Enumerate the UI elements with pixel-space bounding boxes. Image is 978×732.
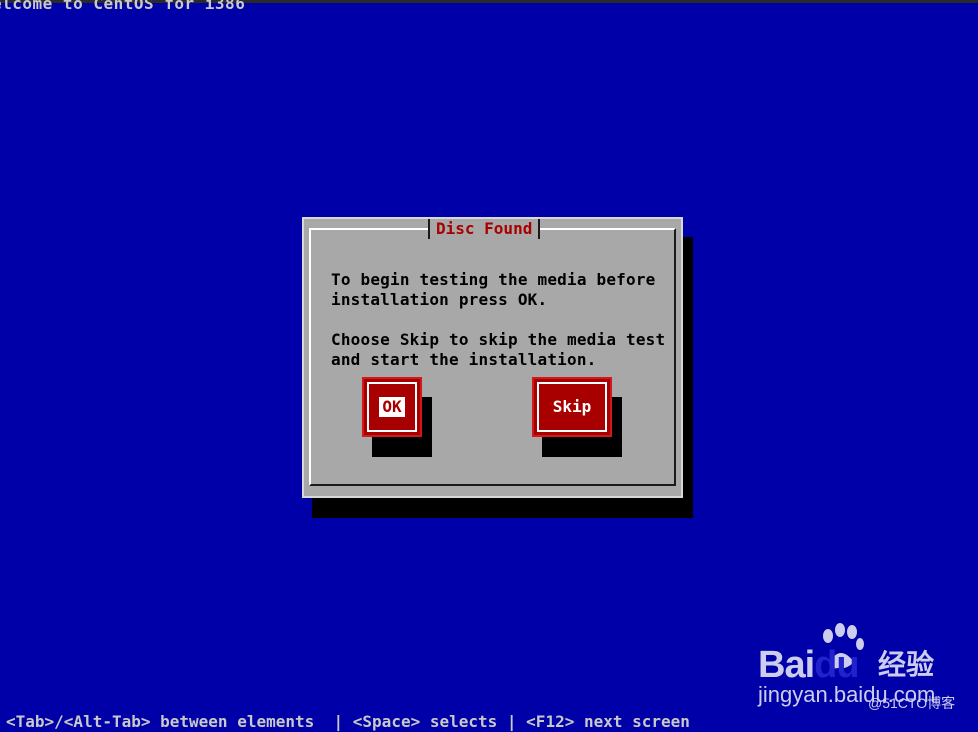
baidu-jingyan-watermark: Baidu 经验 jingyan.baidu.com @51CTO博客 (756, 622, 978, 724)
ok-button-frame: OK (367, 382, 417, 432)
ok-button-label: OK (379, 397, 405, 417)
skip-button-label: Skip (552, 397, 592, 416)
dialog-message-skip: Choose Skip to skip the media test and s… (331, 330, 666, 369)
dialog-message-ok: To begin testing the media before instal… (331, 270, 656, 309)
baidu-logo-text: Baidu (758, 644, 860, 686)
jingyan-logo-text: 经验 (878, 648, 935, 681)
dialog-title: Disc Found (428, 219, 541, 239)
installer-header-text: elcome to CentOS for i386 (0, 0, 246, 13)
skip-button-frame: Skip (537, 382, 607, 432)
watermark-blog: @51CTO博客 (868, 695, 956, 711)
skip-button[interactable]: Skip (532, 377, 612, 437)
disc-found-dialog: To begin testing the media before instal… (302, 217, 683, 498)
installer-help-line: <Tab>/<Alt-Tab> between elements | <Spac… (6, 712, 690, 731)
ok-button[interactable]: OK (362, 377, 422, 437)
